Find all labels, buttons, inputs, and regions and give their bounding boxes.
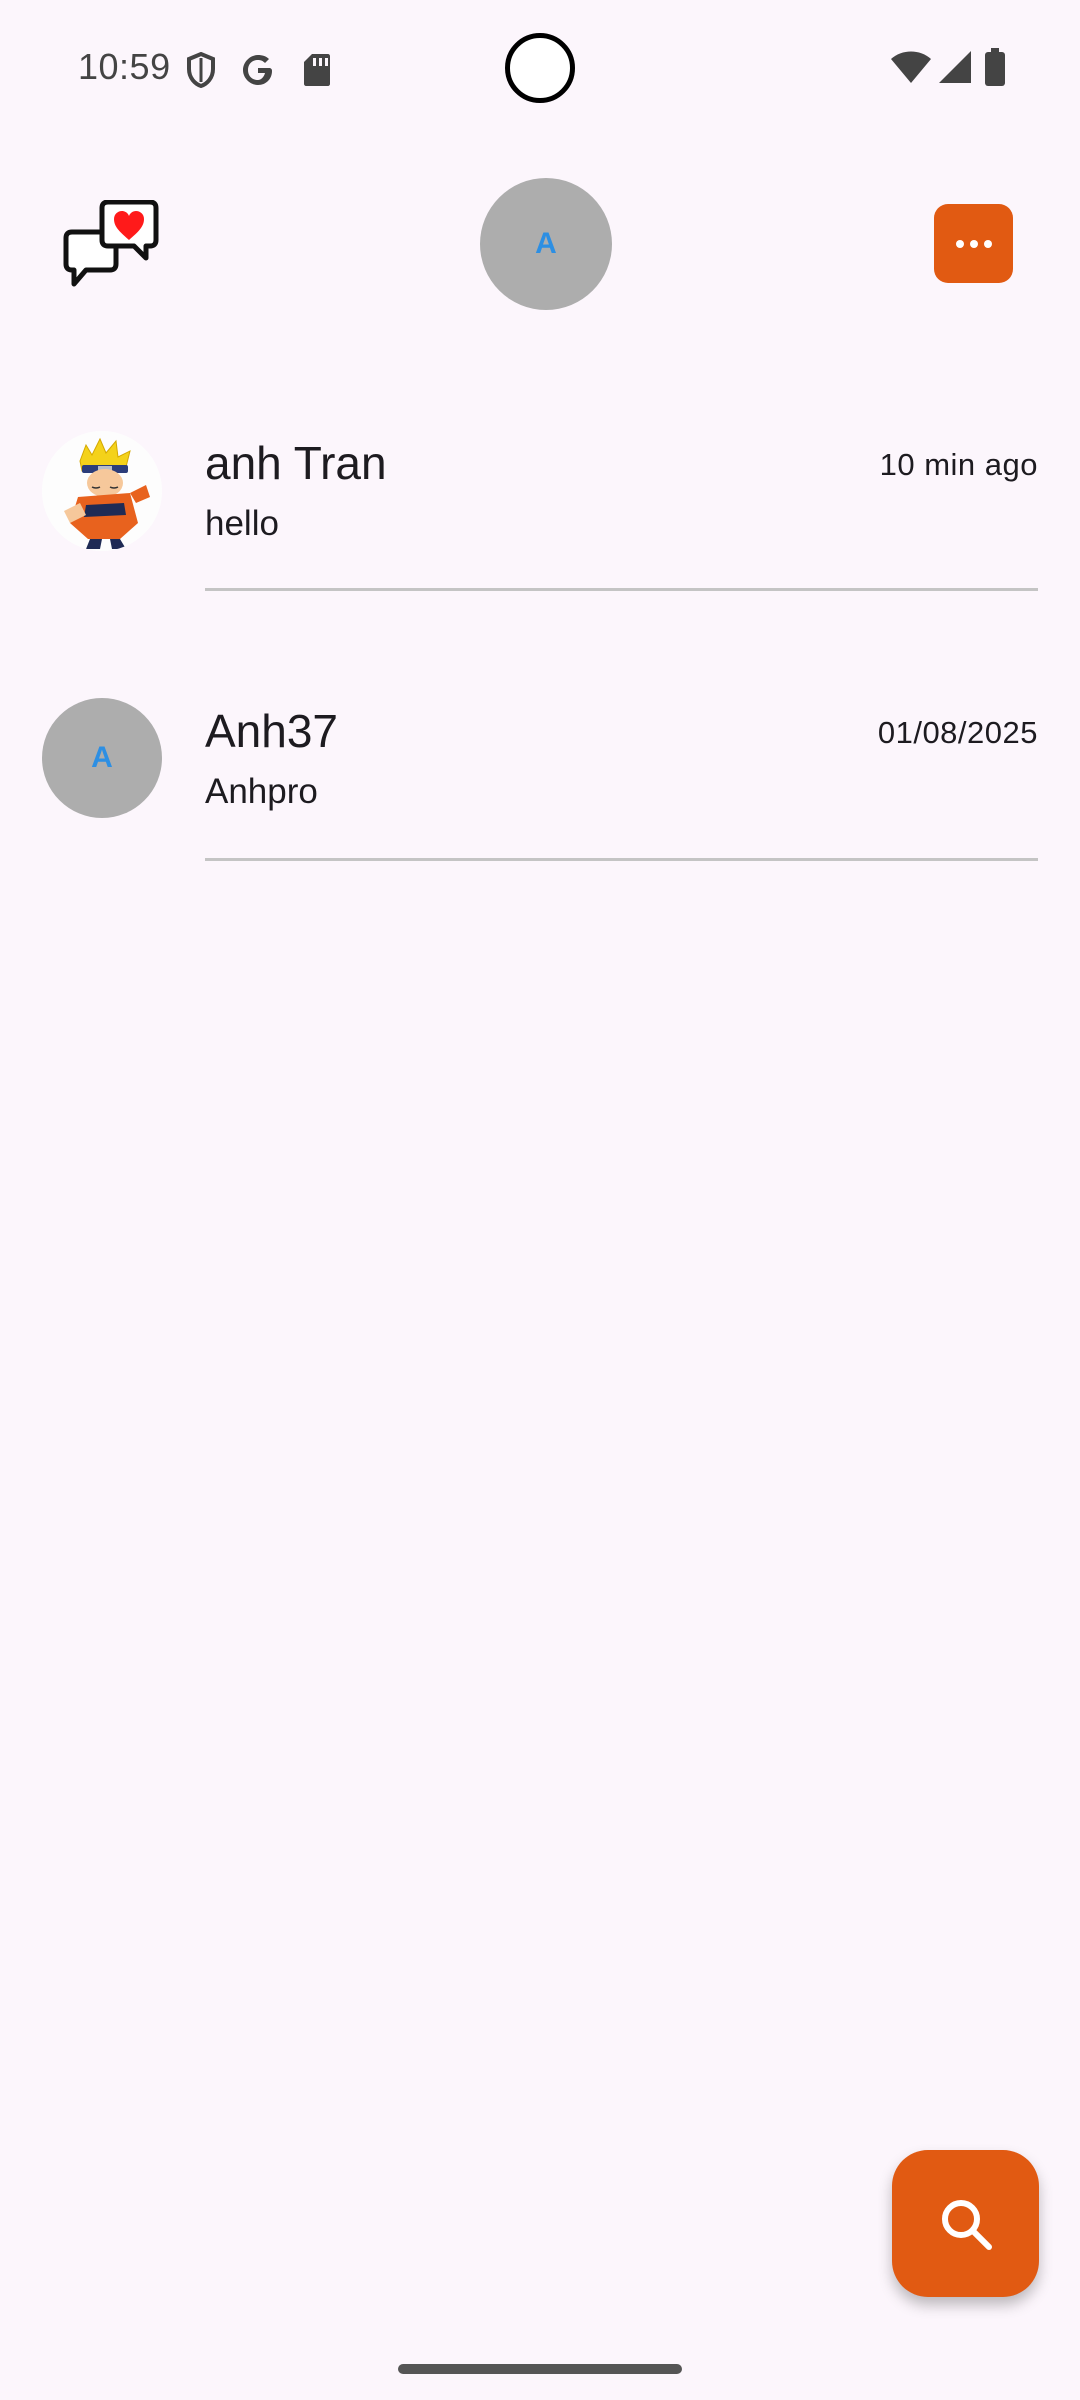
contact-name: anh Tran (205, 437, 387, 489)
anime-character-avatar-image (42, 431, 162, 551)
avatar: A (42, 698, 162, 818)
avatar (42, 431, 162, 551)
conversation-item[interactable]: anh Tran 10 min ago hello (0, 420, 1080, 620)
conversation-item[interactable]: A Anh37 01/08/2025 Anhpro (0, 688, 1080, 888)
chat-heart-icon[interactable] (62, 200, 160, 288)
last-message: hello (205, 504, 279, 543)
avatar-initial: A (91, 741, 113, 774)
status-bar: 10:59 (0, 0, 1080, 130)
sd-card-icon (304, 54, 330, 86)
message-time: 10 min ago (879, 447, 1038, 482)
signal-icon (939, 51, 971, 83)
contact-name: Anh37 (205, 705, 339, 757)
wifi-icon (891, 51, 931, 83)
divider (205, 588, 1038, 591)
profile-avatar[interactable]: A (480, 178, 612, 310)
more-options-button[interactable] (934, 204, 1013, 283)
chat-list-screen: 10:59 A anh Tran 10 min ago hello A Anh3… (0, 0, 1080, 2400)
search-icon (941, 2199, 992, 2250)
camera-cutout (505, 33, 575, 103)
status-time: 10:59 (78, 46, 171, 87)
battery-icon (985, 48, 1005, 86)
home-indicator[interactable] (398, 2364, 682, 2374)
google-icon (243, 55, 272, 85)
divider (205, 858, 1038, 861)
message-time: 01/08/2025 (877, 715, 1038, 750)
profile-avatar-initial: A (535, 227, 557, 260)
more-horizontal-icon (955, 239, 992, 248)
shield-icon (187, 52, 215, 88)
search-fab-button[interactable] (892, 2150, 1039, 2297)
last-message: Anhpro (205, 772, 318, 811)
